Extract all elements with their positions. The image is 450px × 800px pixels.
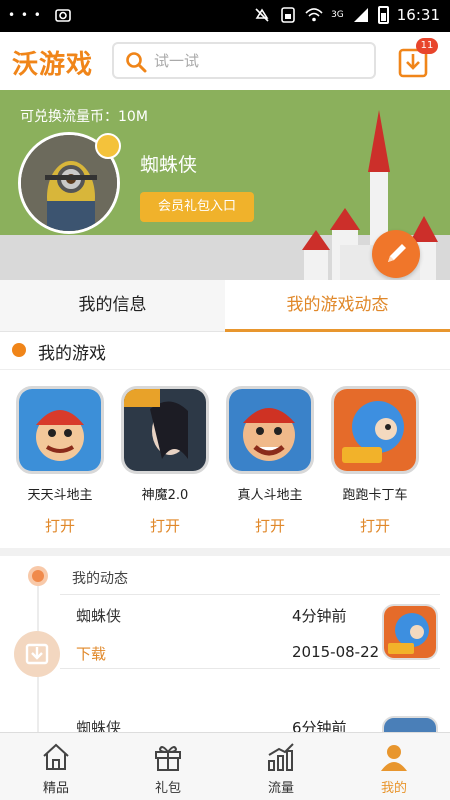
my-games-header: 我的游戏	[0, 332, 450, 370]
game-name: 天天斗地主	[27, 488, 93, 503]
game-icon-partial[interactable]	[382, 716, 438, 732]
activity-divider	[60, 668, 440, 669]
status-bar: • • • 3G 16:31	[0, 0, 450, 32]
game-name: 神魔2.0	[141, 488, 189, 503]
open-game-button[interactable]: 打开	[105, 515, 225, 536]
mute-icon	[255, 8, 269, 22]
game-item[interactable]: 神魔2.0 打开	[105, 370, 210, 548]
nav-mine[interactable]: 我的	[338, 733, 450, 800]
nav-label: 我的	[380, 781, 407, 796]
game-name: 真人斗地主	[237, 488, 303, 503]
profile-tabs: 我的信息 我的游戏动态	[0, 280, 450, 332]
network-type: 3G	[331, 10, 344, 20]
nav-label: 流量	[267, 781, 294, 796]
bottom-nav: 精品 礼包 流量 我的	[0, 732, 450, 800]
nav-traffic[interactable]: 流量	[225, 733, 337, 800]
vip-badge-icon	[95, 133, 121, 159]
pencil-icon	[388, 244, 406, 262]
activity-user: 蜘蛛侠	[76, 719, 122, 732]
activity-user: 蜘蛛侠	[76, 607, 122, 625]
open-game-button[interactable]: 打开	[315, 515, 435, 536]
home-icon	[43, 743, 69, 770]
exchange-balance: 可兑换流量币：10M	[20, 109, 148, 125]
my-games-title: 我的游戏	[38, 344, 106, 364]
activity-time: 4分钟前	[292, 607, 347, 625]
my-games-list: 天天斗地主 打开 神魔2.0 打开 真人斗地主 打开 跑跑卡丁车 打开	[0, 370, 450, 548]
open-game-button[interactable]: 打开	[0, 515, 120, 536]
game-name: 跑跑卡丁车	[342, 488, 408, 503]
my-activity-section: 我的动态 蜘蛛侠 4分钟前 下载 2015-08-22 蜘蛛侠 6分钟前	[0, 556, 450, 732]
clock: 16:31	[396, 6, 440, 24]
activity-divider	[60, 594, 440, 595]
timeline-download-icon	[14, 631, 60, 677]
profile-banner: 可兑换流量币：10M 蜘蛛侠 会员礼包入口	[0, 90, 450, 280]
wifi-icon	[305, 8, 323, 22]
member-gift-button[interactable]: 会员礼包入口	[140, 192, 254, 222]
search-box[interactable]	[112, 42, 376, 79]
download-count-badge: 11	[416, 38, 438, 54]
activity-time: 6分钟前	[292, 719, 347, 732]
nav-label: 礼包	[154, 781, 181, 796]
nav-home[interactable]: 精品	[0, 733, 112, 800]
tab-my-game-activity[interactable]: 我的游戏动态	[225, 280, 450, 332]
top-bar: 沃游戏 11	[0, 32, 450, 90]
gift-icon	[155, 746, 181, 771]
tab-my-info[interactable]: 我的信息	[0, 280, 225, 332]
timeline-dot-icon	[28, 566, 48, 586]
edit-profile-button[interactable]	[372, 230, 420, 278]
activity-type: 下载	[76, 645, 107, 663]
section-dot-icon	[12, 343, 26, 357]
notification-dots: • • •	[8, 8, 42, 22]
kart-rider-icon[interactable]	[382, 604, 438, 660]
search-icon	[126, 52, 147, 73]
traffic-chart-icon	[268, 743, 294, 771]
app-logo: 沃游戏	[12, 50, 94, 80]
kart-rider-icon[interactable]	[331, 386, 419, 474]
my-activity-title: 我的动态	[72, 571, 128, 587]
game-item[interactable]: 跑跑卡丁车 打开	[315, 370, 420, 548]
search-input[interactable]	[154, 49, 364, 73]
username: 蜘蛛侠	[140, 154, 198, 176]
screenshot-icon	[55, 9, 71, 22]
nav-gift[interactable]: 礼包	[112, 733, 224, 800]
zhenren-doudizhu-icon[interactable]	[226, 386, 314, 474]
signal-icon	[353, 8, 368, 22]
activity-date: 2015-08-22	[292, 643, 380, 661]
game-item[interactable]: 天天斗地主 打开	[0, 370, 105, 548]
game-item[interactable]: 真人斗地主 打开	[210, 370, 315, 548]
section-divider	[0, 548, 450, 556]
nav-label: 精品	[42, 781, 69, 796]
download-manager-button[interactable]: 11	[396, 38, 438, 80]
battery-icon	[377, 6, 389, 24]
shenmo-warrior-icon[interactable]	[121, 386, 209, 474]
sim-icon	[281, 7, 295, 23]
user-icon	[381, 745, 407, 771]
open-game-button[interactable]: 打开	[210, 515, 330, 536]
doudizhu-man-icon[interactable]	[16, 386, 104, 474]
